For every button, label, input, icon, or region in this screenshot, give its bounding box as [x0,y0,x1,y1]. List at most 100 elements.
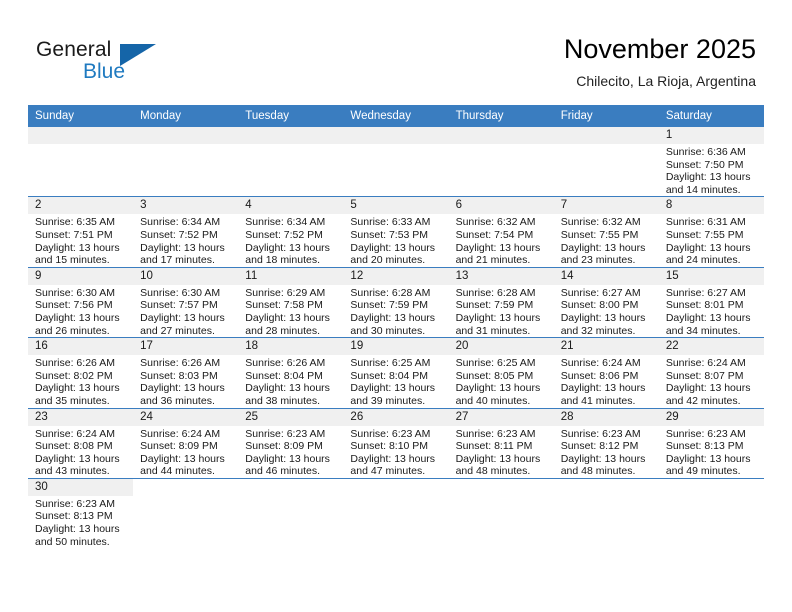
calendar-day-cell[interactable]: 16 Sunrise: 6:26 AM Sunset: 8:02 PM Dayligh… [28,337,134,408]
day-number: 10 [133,267,239,285]
calendar-day-cell[interactable]: 11 Sunrise: 6:29 AM Sunset: 7:58 PM Dayligh… [238,266,344,338]
sun-info: Sunrise: 6:28 AM Sunset: 7:59 PM Daylight:… [343,285,448,337]
calendar-day-cell[interactable]: 22 Sunrise: 6:24 AM Sunset: 8:07 PM Dayligh… [658,337,764,408]
daylight-text: Daylight: 13 hours and 15 minutes. [35,241,120,267]
calendar-day-cell[interactable]: 29 Sunrise: 6:23 AM Sunset: 8:13 PM Dayligh… [658,407,764,479]
calendar-day-cell[interactable]: 8 Sunrise: 6:31 AM Sunset: 7:55 PM Daylight… [658,196,764,268]
calendar-day-cell[interactable]: 2 Sunrise: 6:35 AM Sunset: 7:51 PM Daylight… [28,196,134,268]
daylight-text: Daylight: 13 hours and 50 minutes. [35,523,120,548]
daylight-text: Daylight: 13 hours and 17 minutes. [140,241,225,267]
day-number: 15 [658,267,764,285]
sun-info: Sunrise: 6:34 AM Sunset: 7:52 PM Daylight:… [133,214,238,266]
daylight-text: Daylight: 13 hours and 42 minutes. [665,382,751,407]
calendar-cell-empty [238,127,344,197]
daylight-text: Daylight: 13 hours and 27 minutes. [140,311,225,337]
weekday-header-monday: Monday [133,105,239,127]
sunrise-text: Sunrise: 6:33 AM [350,216,431,229]
calendar-day-cell[interactable]: 30 Sunrise: 6:23 AM Sunset: 8:13 PM Dayligh… [28,477,134,549]
day-cell-inner: 17 Sunrise: 6:26 AM Sunset: 8:03 PM Dayligh… [133,338,239,407]
calendar-day-cell[interactable]: 6 Sunrise: 6:32 AM Sunset: 7:54 PM Daylight… [448,196,554,268]
day-cell-inner [658,478,764,548]
day-number [448,127,554,144]
sun-info: Sunrise: 6:29 AM Sunset: 7:58 PM Daylight:… [238,285,343,337]
sunset-text: Sunset: 7:55 PM [560,228,639,241]
daylight-text: Daylight: 13 hours and 31 minutes. [455,311,541,337]
calendar-page: General Blue November 2025 Chilecito, La… [0,0,792,612]
calendar-day-cell[interactable]: 20 Sunrise: 6:25 AM Sunset: 8:05 PM Dayligh… [448,337,554,408]
day-number [553,127,659,144]
sunrise-text: Sunrise: 6:27 AM [665,286,746,299]
sun-info: Sunrise: 6:27 AM Sunset: 8:00 PM Daylight:… [554,285,659,337]
calendar-day-cell[interactable]: 17 Sunrise: 6:26 AM Sunset: 8:03 PM Dayligh… [133,337,239,408]
sun-info: Sunrise: 6:23 AM Sunset: 8:09 PM Daylight:… [238,426,343,478]
day-cell-inner: 14 Sunrise: 6:27 AM Sunset: 8:00 PM Dayligh… [553,267,659,337]
day-number: 9 [28,267,134,285]
sunset-text: Sunset: 8:13 PM [665,440,744,453]
sunrise-text: Sunrise: 6:28 AM [350,286,431,299]
daylight-text: Daylight: 13 hours and 39 minutes. [350,382,436,407]
day-cell-inner: 5 Sunrise: 6:33 AM Sunset: 7:53 PM Daylight… [343,197,449,266]
calendar-day-cell[interactable]: 12 Sunrise: 6:28 AM Sunset: 7:59 PM Dayligh… [343,266,449,338]
calendar-day-cell[interactable]: 7 Sunrise: 6:32 AM Sunset: 7:55 PM Daylight… [553,196,659,268]
calendar-day-cell[interactable]: 4 Sunrise: 6:34 AM Sunset: 7:52 PM Daylight… [238,196,344,268]
daylight-text: Daylight: 13 hours and 18 minutes. [245,241,330,267]
calendar-day-cell[interactable]: 5 Sunrise: 6:33 AM Sunset: 7:53 PM Daylight… [343,196,449,268]
day-cell-inner: 23 Sunrise: 6:24 AM Sunset: 8:08 PM Dayligh… [28,408,134,478]
calendar-day-cell[interactable]: 25 Sunrise: 6:23 AM Sunset: 8:09 PM Dayligh… [238,407,344,479]
sunset-text: Sunset: 7:59 PM [455,299,534,312]
sunrise-text: Sunrise: 6:32 AM [560,216,641,229]
calendar-day-cell[interactable]: 21 Sunrise: 6:24 AM Sunset: 8:06 PM Dayligh… [553,337,659,408]
day-number [133,478,239,496]
calendar-day-cell[interactable]: 14 Sunrise: 6:27 AM Sunset: 8:00 PM Dayligh… [553,266,659,338]
sunset-text: Sunset: 8:00 PM [560,299,639,312]
calendar-day-cell[interactable]: 3 Sunrise: 6:34 AM Sunset: 7:52 PM Daylight… [133,196,239,268]
calendar-day-cell[interactable]: 9 Sunrise: 6:30 AM Sunset: 7:56 PM Daylight… [28,266,134,338]
day-number: 26 [343,408,449,426]
calendar-cell-empty [448,477,554,549]
daylight-text: Daylight: 13 hours and 46 minutes. [245,452,330,478]
day-cell-inner: 13 Sunrise: 6:28 AM Sunset: 7:59 PM Dayligh… [448,267,554,337]
sunrise-text: Sunrise: 6:23 AM [455,427,536,440]
sun-info: Sunrise: 6:23 AM Sunset: 8:10 PM Daylight:… [343,426,448,478]
day-number: 5 [343,197,449,215]
sun-info: Sunrise: 6:24 AM Sunset: 8:06 PM Daylight:… [554,355,659,407]
calendar-day-cell[interactable]: 23 Sunrise: 6:24 AM Sunset: 8:08 PM Dayligh… [28,407,134,479]
daylight-text: Daylight: 13 hours and 43 minutes. [35,452,120,478]
calendar-day-cell[interactable]: 1 Sunrise: 6:36 AM Sunset: 7:50 PM Daylight… [658,127,764,197]
day-number [553,478,659,496]
calendar-day-cell[interactable]: 10 Sunrise: 6:30 AM Sunset: 7:57 PM Dayligh… [133,266,239,338]
calendar-cell-empty [238,477,344,549]
sunrise-text: Sunrise: 6:23 AM [665,427,746,440]
sunset-text: Sunset: 8:08 PM [35,440,113,453]
sun-info: Sunrise: 6:26 AM Sunset: 8:04 PM Daylight:… [238,355,343,407]
day-number: 19 [343,338,449,356]
sun-info: Sunrise: 6:32 AM Sunset: 7:55 PM Daylight:… [554,214,659,266]
calendar-day-cell[interactable]: 24 Sunrise: 6:24 AM Sunset: 8:09 PM Dayligh… [133,407,239,479]
day-number: 14 [553,267,659,285]
sunset-text: Sunset: 7:59 PM [350,299,429,312]
calendar-day-cell[interactable]: 27 Sunrise: 6:23 AM Sunset: 8:11 PM Dayligh… [448,407,554,479]
daylight-text: Daylight: 13 hours and 35 minutes. [35,382,120,407]
day-number [238,478,344,496]
calendar-day-cell[interactable]: 19 Sunrise: 6:25 AM Sunset: 8:04 PM Dayligh… [343,337,449,408]
day-cell-inner: 11 Sunrise: 6:29 AM Sunset: 7:58 PM Dayligh… [238,267,344,337]
sunrise-text: Sunrise: 6:32 AM [455,216,536,229]
calendar-day-cell[interactable]: 15 Sunrise: 6:27 AM Sunset: 8:01 PM Dayligh… [658,266,764,338]
calendar-day-cell[interactable]: 18 Sunrise: 6:26 AM Sunset: 8:04 PM Dayligh… [238,337,344,408]
calendar-day-cell[interactable]: 13 Sunrise: 6:28 AM Sunset: 7:59 PM Dayligh… [448,266,554,338]
general-blue-logo[interactable]: General Blue [36,38,176,90]
sun-info: Sunrise: 6:32 AM Sunset: 7:54 PM Daylight:… [449,214,554,266]
calendar-day-cell[interactable]: 28 Sunrise: 6:23 AM Sunset: 8:12 PM Dayligh… [553,407,659,479]
day-cell-inner: 22 Sunrise: 6:24 AM Sunset: 8:07 PM Dayligh… [658,338,764,407]
calendar-day-cell[interactable]: 26 Sunrise: 6:23 AM Sunset: 8:10 PM Dayligh… [343,407,449,479]
day-cell-inner [343,127,449,196]
sunset-text: Sunset: 8:02 PM [35,369,113,382]
sunrise-text: Sunrise: 6:28 AM [455,286,536,299]
day-number: 6 [448,197,554,215]
sun-info: Sunrise: 6:35 AM Sunset: 7:51 PM Daylight:… [28,214,133,266]
day-number: 17 [133,338,239,356]
sunrise-text: Sunrise: 6:27 AM [560,286,641,299]
sun-info: Sunrise: 6:25 AM Sunset: 8:05 PM Daylight:… [449,355,554,407]
day-number: 18 [238,338,344,356]
day-number: 22 [658,338,764,356]
